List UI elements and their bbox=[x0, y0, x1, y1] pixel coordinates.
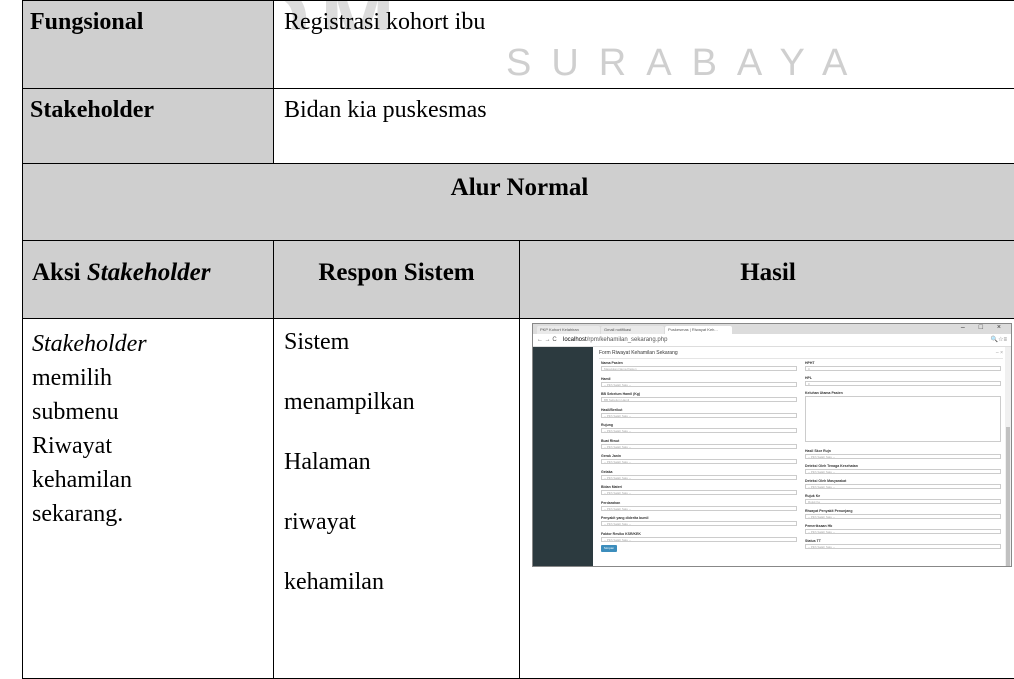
mini-field-label: Buat Riwut bbox=[601, 439, 619, 443]
mini-field-input: Masukkan Nama Pasien bbox=[601, 366, 797, 371]
header-respon: Respon Sistem bbox=[274, 241, 520, 319]
url-text: localhost/rpm/kehamilan_sekarang.php bbox=[563, 334, 667, 346]
mini-field-input: -- Pilih Salah Satu -- bbox=[805, 469, 1001, 474]
mini-field-label: Rujuk Ke bbox=[805, 494, 820, 498]
browser-menu-icon: 🔍☆≡ bbox=[991, 334, 1007, 346]
header-aksi: Aksi Stakeholder bbox=[23, 241, 274, 319]
browser-tab-active: Puskesmas | Riwayat Keh... bbox=[665, 326, 732, 334]
mini-field-label: Hasil Skor Rujn bbox=[805, 449, 831, 453]
mini-field-input: -- Pilih Salah Satu -- bbox=[805, 529, 1001, 534]
respon-line: kehamilan bbox=[284, 567, 512, 627]
aksi-cell: Stakeholder memilih submenu Riwayat keha… bbox=[23, 319, 274, 679]
form-title-text: Form Riwayat Kehamilan Sekarang bbox=[599, 350, 678, 356]
mini-field-input: -- Pilih Salah Satu -- bbox=[601, 521, 797, 526]
mini-field-label: Faktor Resiko KSR/KEK bbox=[601, 532, 641, 536]
mini-field-input: -- Pilih Salah Satu -- bbox=[601, 413, 797, 418]
address-bar: ← → C localhost/rpm/kehamilan_sekarang.p… bbox=[533, 334, 1011, 347]
mini-field-label: Penyakit yang diderita bumil bbox=[601, 516, 648, 520]
mini-textarea bbox=[805, 396, 1001, 442]
mini-field-input: -- Pilih Salah Satu -- bbox=[601, 382, 797, 387]
mini-field-input: -- Pilih Salah Satu -- bbox=[805, 514, 1001, 519]
mini-field-label: Bidan Materi bbox=[601, 485, 622, 489]
respon-line: Halaman bbox=[284, 447, 512, 507]
header-aksi-prefix: Aksi bbox=[32, 259, 87, 286]
stakeholder-label: Stakeholder bbox=[23, 89, 274, 164]
mini-field-label: Deteksi Oleh Tenaga Kesehatan bbox=[805, 464, 858, 468]
form-area: Form Riwayat Kehamilan Sekarang – × Nama … bbox=[599, 347, 1003, 566]
sidebar bbox=[533, 347, 593, 566]
aksi-line3: Riwayat bbox=[32, 433, 112, 459]
mini-field-label: Nama Pasien bbox=[601, 361, 623, 365]
mini-field-label: Keluhan Utama Pasien bbox=[805, 391, 843, 395]
hasil-cell: PKP Kohort Kelahiran Gmail notifikasi Pu… bbox=[520, 319, 1014, 679]
window-controls: – □ × bbox=[961, 324, 1007, 331]
scrollbar-thumb bbox=[1006, 427, 1010, 567]
mini-field-input: 0 bbox=[805, 366, 1001, 371]
browser-tab: Gmail notifikasi bbox=[601, 326, 664, 334]
mini-field-input: Rujuk Ke bbox=[805, 499, 1001, 504]
mini-field-input: -- Pilih Salah Satu -- bbox=[601, 506, 797, 511]
respon-line: menampilkan bbox=[284, 387, 512, 447]
aksi-line4: kehamilan bbox=[32, 467, 132, 493]
nav-arrows-icon: ← → C bbox=[537, 334, 557, 346]
mini-field-label: Riwayat Penyakit Penunjang bbox=[805, 509, 852, 513]
aksi-line5: sekarang. bbox=[32, 501, 123, 527]
mini-field-input: 0 bbox=[805, 381, 1001, 386]
header-hasil: Hasil bbox=[520, 241, 1014, 319]
stakeholder-value: Bidan kia puskesmas bbox=[274, 89, 1014, 164]
mini-field-input: BB Sebelum Hamil bbox=[601, 397, 797, 402]
mini-field-label: BB Sebelum Hamil (Kg) bbox=[601, 392, 640, 396]
alur-normal-heading: Alur Normal bbox=[23, 164, 1014, 241]
use-case-table: Fungsional Registrasi kohort ibu Stakeho… bbox=[22, 0, 1014, 679]
mini-field-input: -- Pilih Salah Satu -- bbox=[601, 490, 797, 495]
mini-field-input: -- Pilih Salah Satu -- bbox=[805, 544, 1001, 549]
simpan-button: Simpan bbox=[601, 545, 617, 552]
mini-field-label: Status TT bbox=[805, 539, 821, 543]
mini-field-input: -- Pilih Salah Satu -- bbox=[601, 475, 797, 480]
mini-field-label: Rujung bbox=[601, 423, 613, 427]
browser-tab: PKP Kohort Kelahiran bbox=[537, 326, 600, 334]
collapse-close-icon: – × bbox=[996, 350, 1003, 356]
form-title: Form Riwayat Kehamilan Sekarang – × bbox=[599, 350, 1003, 359]
mini-field-label: HPL bbox=[805, 376, 812, 380]
fungsional-label: Fungsional bbox=[23, 1, 274, 89]
respon-line: riwayat bbox=[284, 507, 512, 567]
aksi-line1: memilih bbox=[32, 365, 112, 391]
respon-line: Sistem bbox=[284, 327, 512, 387]
aksi-stakeholder: Stakeholder bbox=[32, 331, 147, 357]
mini-field-input: -- Pilih Salah Satu -- bbox=[805, 454, 1001, 459]
mini-field-label: Deteksi Oleh Masyarakat bbox=[805, 479, 846, 483]
screenshot-thumbnail: PKP Kohort Kelahiran Gmail notifikasi Pu… bbox=[532, 323, 1012, 567]
mini-field-label: Gelaka bbox=[601, 470, 612, 474]
browser-tabs: PKP Kohort Kelahiran Gmail notifikasi Pu… bbox=[533, 324, 1011, 334]
mini-field-input: -- Pilih Salah Satu -- bbox=[601, 428, 797, 433]
mini-field-input: -- Pilih Salah Satu -- bbox=[805, 484, 1001, 489]
mini-field-input: -- Pilih Salah Satu -- bbox=[601, 444, 797, 449]
mini-field-label: HPHT bbox=[805, 361, 815, 365]
mini-field-label: Hasil/Berikut bbox=[601, 408, 622, 412]
respon-cell: Sistem menampilkan Halaman riwayat keham… bbox=[274, 319, 520, 679]
mini-field-label: Hamil bbox=[601, 377, 611, 381]
fungsional-value: Registrasi kohort ibu bbox=[274, 1, 1014, 89]
aksi-line2: submenu bbox=[32, 399, 119, 425]
mini-field-label: Pemeriksaan Hb bbox=[805, 524, 832, 528]
mini-field-input: -- Pilih Salah Satu -- bbox=[601, 459, 797, 464]
url-host: localhost bbox=[563, 337, 587, 343]
scrollbar bbox=[1005, 347, 1011, 566]
mini-field-label: Perdarahan bbox=[601, 501, 620, 505]
mini-field-input: -- Pilih Salah Satu -- bbox=[601, 537, 797, 542]
url-path: /rpm/kehamilan_sekarang.php bbox=[587, 337, 668, 343]
mini-field-label: Gerak Janin bbox=[601, 454, 621, 458]
header-aksi-em: Stakeholder bbox=[87, 259, 211, 286]
